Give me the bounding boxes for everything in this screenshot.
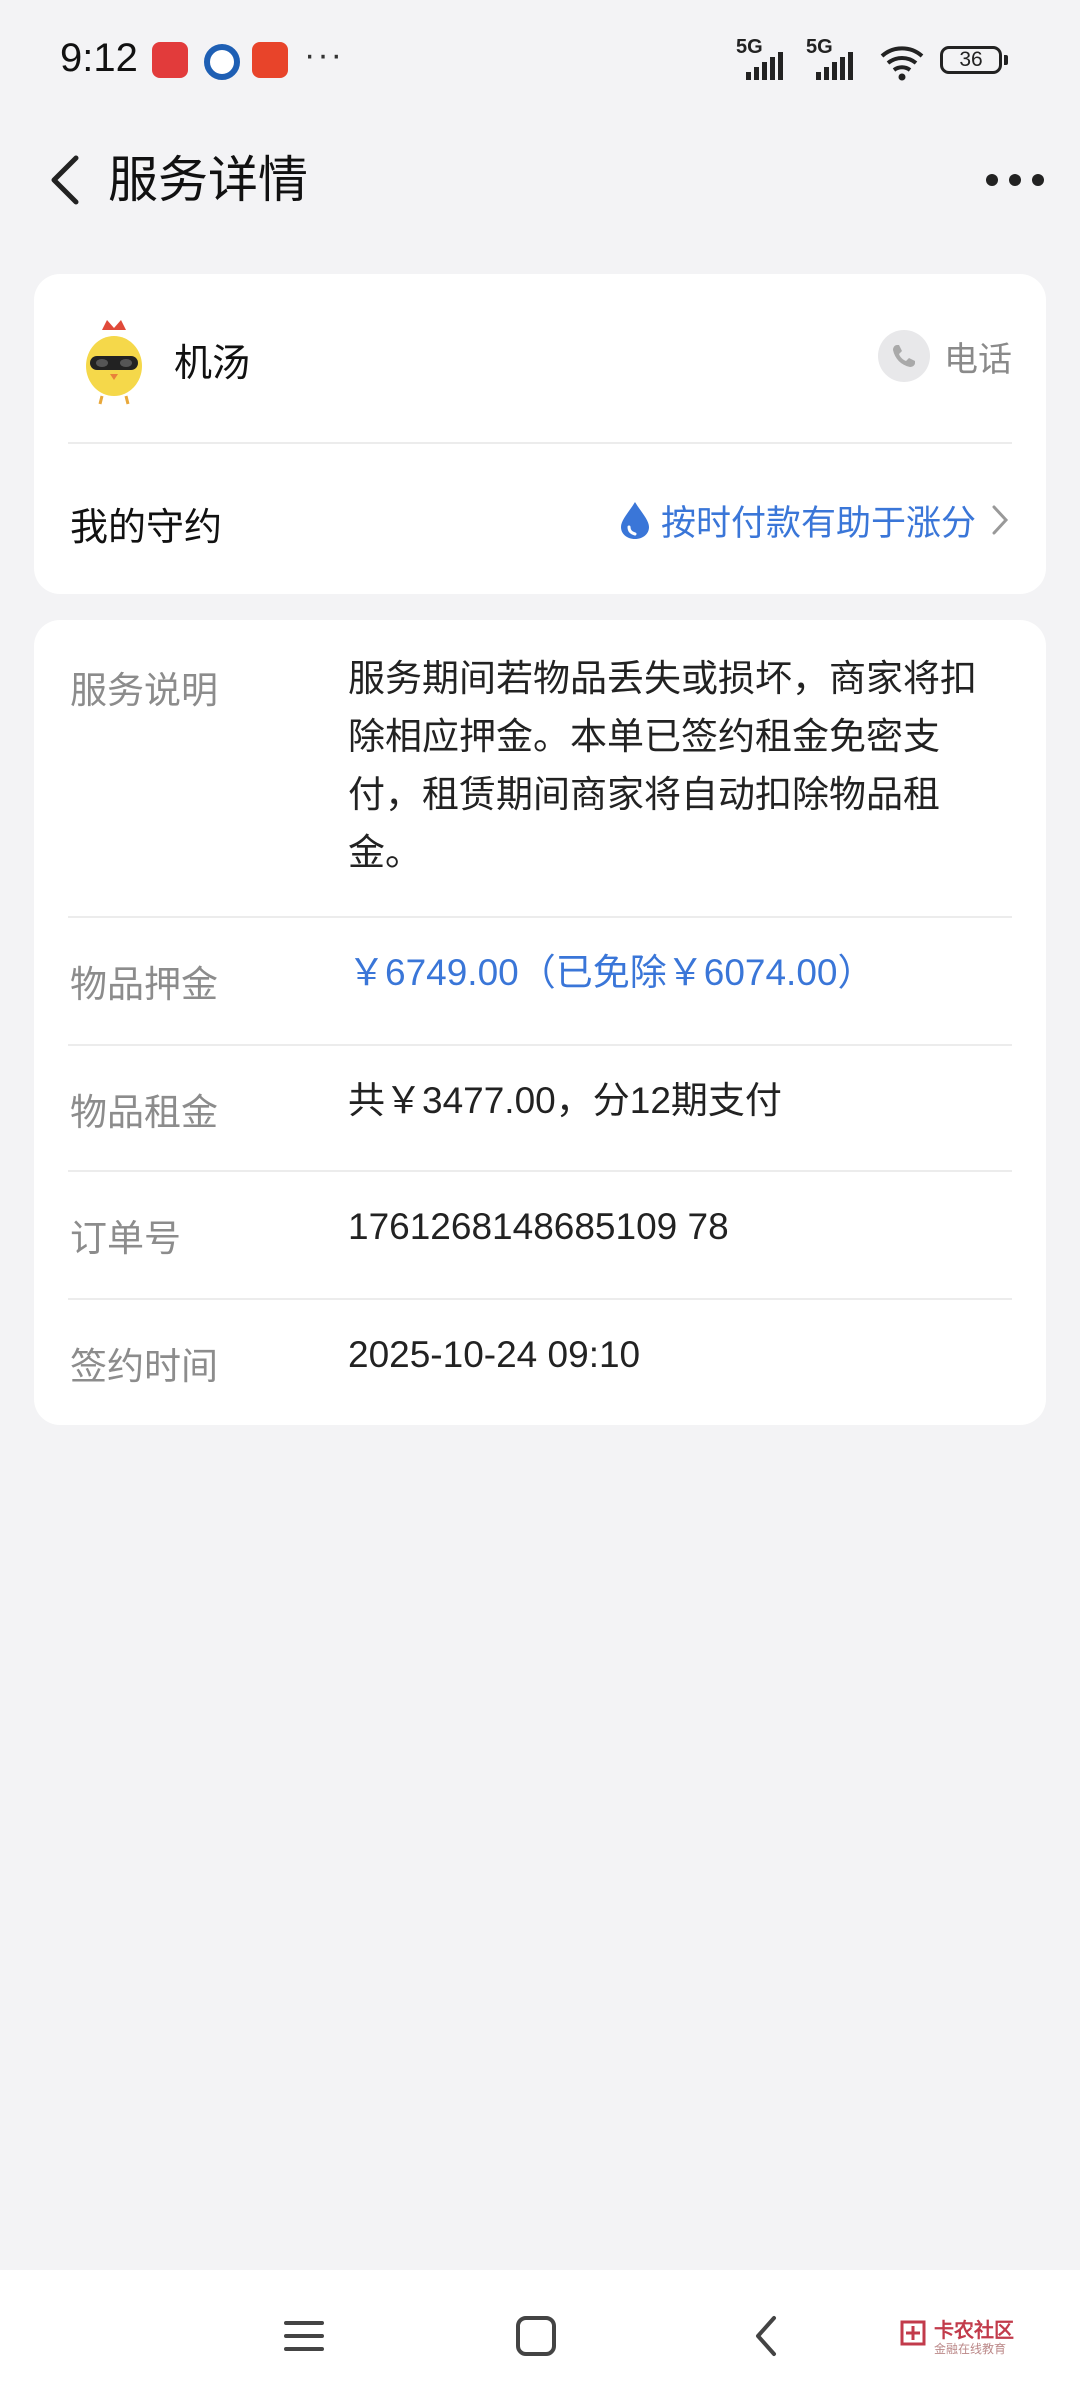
battery-level: 36 xyxy=(959,48,983,71)
watermark-logo: 卡农社区 金融在线教育 xyxy=(898,2312,1028,2362)
deposit-value: ￥6749.00（已免除￥6074.00） xyxy=(348,952,875,993)
watermark-title: 卡农社区 xyxy=(934,2320,1014,2342)
watermark-icon xyxy=(900,2320,926,2346)
battery-indicator: 36 xyxy=(940,46,1008,74)
status-time: 9:12 xyxy=(60,36,138,80)
order-number-value[interactable]: 1761268148685109 78 xyxy=(348,1198,996,1256)
promise-link-text: 按时付款有助于涨分 xyxy=(660,503,976,543)
merchant-avatar xyxy=(86,320,142,405)
wifi-icon xyxy=(880,46,924,81)
sign-time-row: 签约时间 2025-10-24 09:10 xyxy=(34,1300,1046,1426)
back-key[interactable] xyxy=(738,2306,798,2366)
back-button[interactable] xyxy=(30,140,110,220)
home-key[interactable] xyxy=(506,2306,566,2366)
promise-label: 我的守约 xyxy=(70,507,223,549)
header-bar: 服务详情 xyxy=(0,120,1080,240)
phone-icon xyxy=(878,330,930,382)
sign-time-label: 签约时间 xyxy=(70,1346,218,1387)
promise-score-link[interactable]: 按时付款有助于涨分 xyxy=(617,492,1010,548)
kandian-app-icon xyxy=(152,42,188,78)
deposit-label: 物品押金 xyxy=(70,964,218,1005)
promise-row[interactable]: 我的守约 按时付款有助于涨分 xyxy=(34,444,1046,594)
phone-label: 电话 xyxy=(944,340,1012,379)
rent-row: 物品租金 共￥3477.00，分12期支付 xyxy=(34,1046,1046,1172)
deposit-row: 物品押金 ￥6749.00（已免除￥6074.00） xyxy=(34,918,1046,1044)
merchant-name: 机汤 xyxy=(174,343,251,385)
merchant-row: 机汤 电话 xyxy=(34,274,1046,444)
phone-button[interactable]: 电话 xyxy=(878,328,1012,384)
page-title: 服务详情 xyxy=(108,152,308,208)
more-options-button[interactable] xyxy=(980,160,1050,200)
sign-time-value: 2025-10-24 09:10 xyxy=(348,1334,641,1375)
status-bar: 9:12 ··· 5G 5G 36 xyxy=(0,0,1080,120)
order-number-row: 订单号 1761268148685109 78 xyxy=(34,1172,1046,1298)
rent-value: 共￥3477.00，分12期支付 xyxy=(348,1080,782,1121)
service-desc-row: 服务说明 服务期间若物品丢失或损坏，商家将扣除相应押金。本单已签约租金免密支付，… xyxy=(34,620,1046,918)
rent-label: 物品租金 xyxy=(70,1092,218,1133)
watermark-subtitle: 金融在线教育 xyxy=(934,2342,1007,2356)
merchant-card: 机汤 电话 我的守约 按时付款有助于涨分 xyxy=(34,274,1046,594)
bank-app-icon xyxy=(204,44,240,80)
taobao-app-icon xyxy=(252,42,288,78)
menu-key[interactable] xyxy=(274,2306,334,2366)
service-desc-label: 服务说明 xyxy=(70,670,218,711)
order-number-label: 订单号 xyxy=(70,1218,181,1259)
more-notifications-icon: ··· xyxy=(304,36,344,74)
service-desc-value: 服务期间若物品丢失或损坏，商家将扣除相应押金。本单已签约租金免密支付，租赁期间商… xyxy=(348,658,977,873)
system-nav-bar: 卡农社区 金融在线教育 xyxy=(0,2270,1080,2400)
water-drop-icon xyxy=(620,502,649,539)
service-details-card: 服务说明 服务期间若物品丢失或损坏，商家将扣除相应押金。本单已签约租金免密支付，… xyxy=(34,620,1046,1425)
chevron-right-icon xyxy=(992,505,1009,535)
